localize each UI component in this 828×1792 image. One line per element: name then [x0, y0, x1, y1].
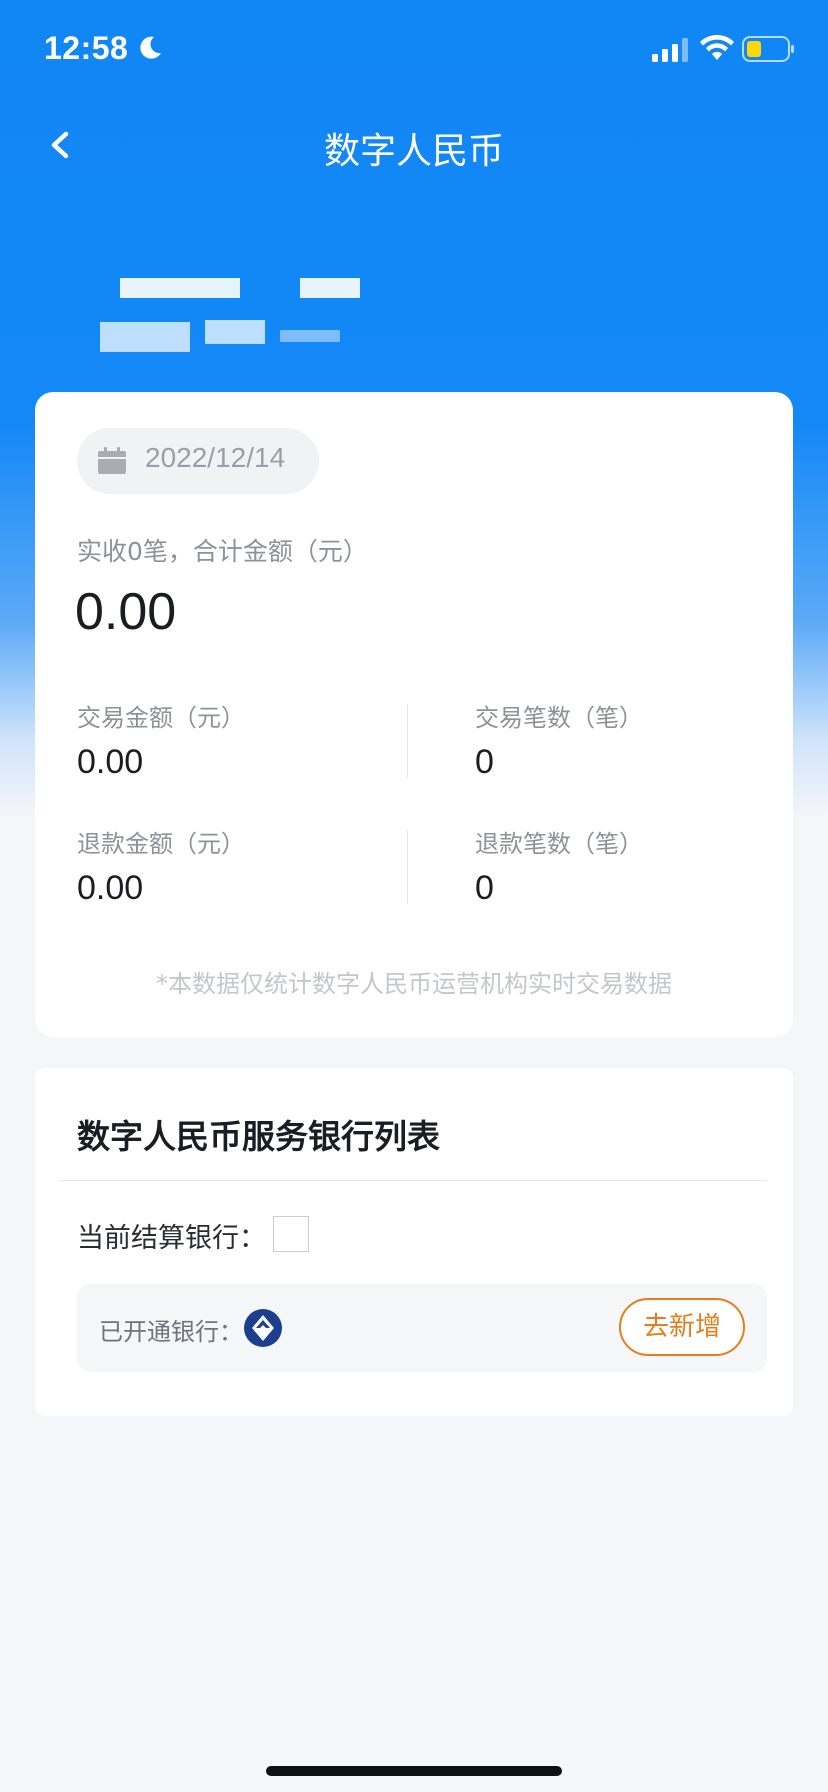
wifi-icon	[700, 34, 734, 60]
add-bank-button[interactable]: 去新增	[619, 1298, 745, 1356]
stat-label: 退款笔数（笔）	[475, 830, 643, 858]
stat-transaction-amount: 交易金额（元） 0.00	[77, 698, 377, 782]
stat-value: 0	[475, 869, 494, 907]
stat-refund-count: 退款笔数（笔） 0	[475, 824, 775, 908]
nav-bar: 数字人民币	[0, 110, 828, 180]
divider	[407, 704, 408, 778]
divider	[407, 830, 408, 904]
date-picker[interactable]: 2022/12/14	[77, 428, 319, 494]
date-text: 2022/12/14	[145, 442, 286, 473]
stat-label: 交易笔数（笔）	[475, 704, 643, 732]
signal-icon	[652, 38, 688, 62]
summary-label: 实收0笔，合计金额（元）	[77, 537, 368, 566]
section-title: 数字人民币服务银行列表	[77, 1117, 440, 1156]
divider	[61, 1180, 767, 1181]
current-bank-logo-placeholder	[273, 1216, 309, 1252]
stat-label: 退款金额（元）	[77, 830, 245, 858]
calendar-icon	[98, 447, 126, 474]
opened-banks-row: 已开通银行： 去新增	[77, 1284, 767, 1372]
stat-transaction-count: 交易笔数（笔） 0	[475, 698, 775, 782]
status-time: 12:58	[44, 30, 129, 66]
stat-value: 0.00	[77, 869, 144, 907]
opened-banks-label: 已开通银行：	[99, 1318, 243, 1346]
transaction-summary-card: 2022/12/14 实收0笔，合计金额（元） 0.00 交易金额（元） 0.0…	[35, 392, 793, 1037]
battery-icon	[742, 36, 794, 62]
page-title: 数字人民币	[323, 131, 504, 172]
stat-label: 交易金额（元）	[77, 704, 245, 732]
current-bank-label: 当前结算银行：	[77, 1223, 266, 1254]
stat-value: 0	[475, 743, 494, 781]
stat-refund-amount: 退款金额（元） 0.00	[77, 824, 377, 908]
moon-icon	[140, 36, 161, 59]
status-bar: 12:58	[0, 0, 828, 100]
summary-amount: 0.00	[75, 583, 177, 641]
home-indicator	[266, 1766, 562, 1776]
disclaimer: *本数据仅统计数字人民币运营机构实时交易数据	[156, 970, 672, 998]
bank-logo-icon	[244, 1309, 282, 1347]
bank-list-section: 数字人民币服务银行列表 当前结算银行： 已开通银行： 去新增	[35, 1068, 793, 1416]
stat-value: 0.00	[77, 743, 144, 781]
merchant-info-redacted	[60, 260, 460, 370]
